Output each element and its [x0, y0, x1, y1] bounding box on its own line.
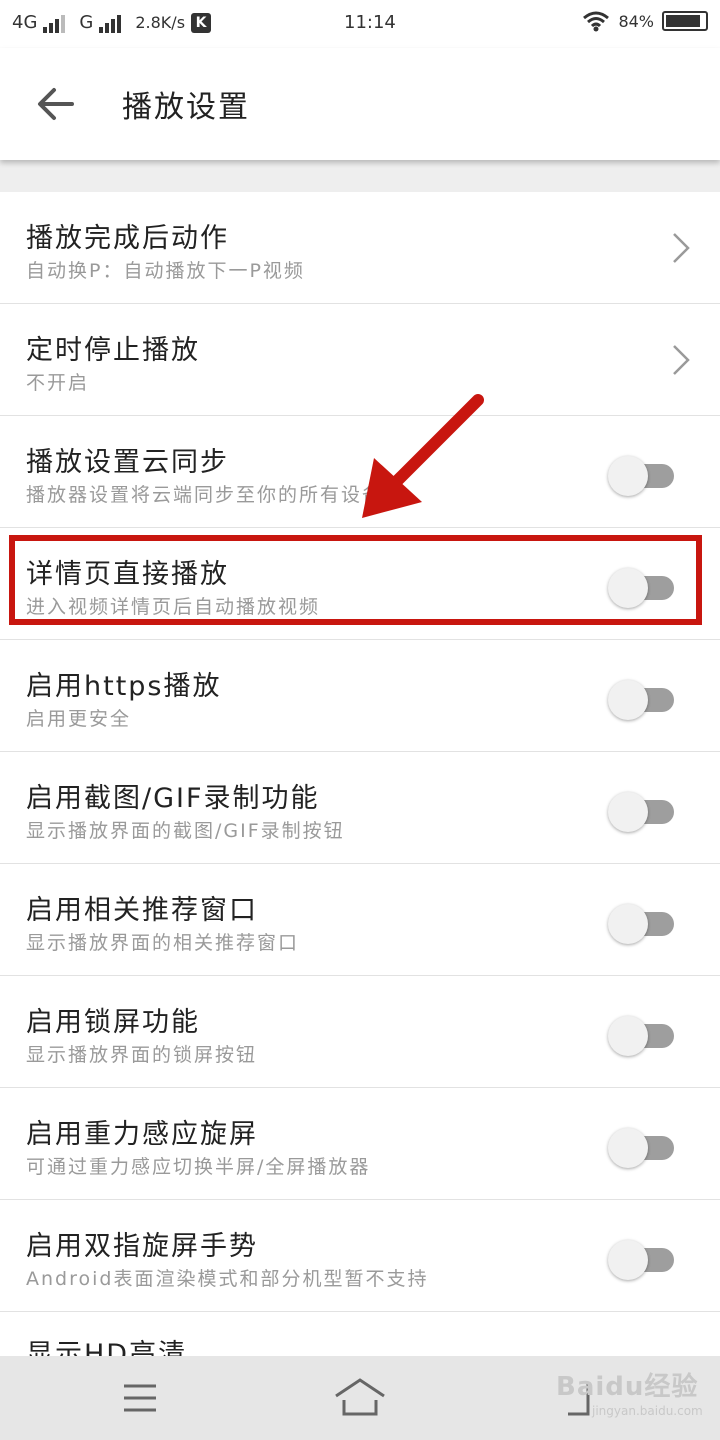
chevron-right-icon — [673, 233, 690, 263]
page-title: 播放设置 — [122, 90, 250, 125]
setting-two-finger-rotate: 启用双指旋屏手势 Android表面渲染模式和部分机型暂不支持 — [0, 1200, 720, 1312]
setting-subtitle: 不开启 — [26, 372, 90, 394]
setting-recommend-window: 启用相关推荐窗口 显示播放界面的相关推荐窗口 — [0, 864, 720, 976]
recommend-window-toggle[interactable] — [608, 904, 676, 944]
https-toggle[interactable] — [608, 680, 676, 720]
section-gap — [0, 160, 720, 192]
navigation-bar: Baidu经验 jingyan.baidu.com — [0, 1356, 720, 1440]
setting-subtitle: 播放器设置将云端同步至你的所有设备 — [26, 484, 384, 506]
back-arrow-icon[interactable] — [30, 78, 82, 130]
setting-screenshot-gif: 启用截图/GIF录制功能 显示播放界面的截图/GIF录制按钮 — [0, 752, 720, 864]
battery-percent: 84% — [618, 11, 654, 31]
battery-icon — [662, 11, 708, 31]
setting-subtitle: 显示播放界面的锁屏按钮 — [26, 1044, 258, 1066]
signal-icon — [43, 13, 66, 33]
setting-subtitle: 启用更安全 — [26, 708, 132, 730]
setting-title: 播放设置云同步 — [26, 447, 229, 478]
setting-title: 启用双指旋屏手势 — [26, 1231, 258, 1262]
two-finger-rotate-toggle[interactable] — [608, 1240, 676, 1280]
network-g-label: G — [79, 12, 94, 33]
setting-title: 启用重力感应旋屏 — [26, 1119, 258, 1150]
status-left: 4G G 2.8K/s K — [12, 12, 212, 33]
gravity-rotate-toggle[interactable] — [608, 1128, 676, 1168]
setting-title: 启用相关推荐窗口 — [26, 895, 258, 926]
cloud-sync-toggle[interactable] — [608, 456, 676, 496]
watermark-logo: Baidu经验 — [556, 1372, 699, 1402]
settings-list: 播放完成后动作 自动换P：自动播放下一P视频 定时停止播放 不开启 播放设置云同… — [0, 192, 720, 1372]
network-4g-label: 4G — [12, 12, 38, 33]
wifi-icon — [583, 11, 610, 32]
status-right: 84% — [582, 10, 708, 32]
setting-subtitle: Android表面渲染模式和部分机型暂不支持 — [26, 1268, 429, 1290]
home-icon[interactable] — [332, 1376, 388, 1420]
setting-title: 启用https播放 — [26, 671, 222, 702]
network-speed: 2.8K/s — [135, 13, 186, 32]
app-bar: 播放设置 — [0, 48, 720, 160]
setting-https: 启用https播放 启用更安全 — [0, 640, 720, 752]
setting-title: 定时停止播放 — [26, 335, 200, 366]
clock: 11:14 — [344, 12, 396, 33]
annotation-highlight-box — [9, 535, 702, 625]
setting-subtitle: 可通过重力感应切换半屏/全屏播放器 — [26, 1156, 371, 1178]
menu-icon[interactable] — [120, 1380, 160, 1416]
chevron-right-icon — [673, 345, 690, 375]
setting-title: 启用锁屏功能 — [26, 1007, 200, 1038]
app-notification-icon: K — [191, 12, 212, 33]
screenshot-gif-toggle[interactable] — [608, 792, 676, 832]
setting-gravity-rotate: 启用重力感应旋屏 可通过重力感应切换半屏/全屏播放器 — [0, 1088, 720, 1200]
setting-title: 启用截图/GIF录制功能 — [26, 783, 320, 814]
watermark-url: jingyan.baidu.com — [592, 1404, 703, 1418]
setting-after-playback[interactable]: 播放完成后动作 自动换P：自动播放下一P视频 — [0, 192, 720, 304]
setting-subtitle: 显示播放界面的截图/GIF录制按钮 — [26, 820, 345, 842]
setting-title: 播放完成后动作 — [26, 223, 229, 254]
status-bar: 4G G 2.8K/s K 11:14 84% — [0, 0, 720, 48]
annotation-arrow-icon — [362, 394, 484, 518]
lock-screen-toggle[interactable] — [608, 1016, 676, 1056]
signal-icon-2 — [99, 13, 122, 33]
setting-lock-screen: 启用锁屏功能 显示播放界面的锁屏按钮 — [0, 976, 720, 1088]
setting-subtitle: 自动换P：自动播放下一P视频 — [26, 260, 305, 282]
setting-subtitle: 显示播放界面的相关推荐窗口 — [26, 932, 300, 954]
